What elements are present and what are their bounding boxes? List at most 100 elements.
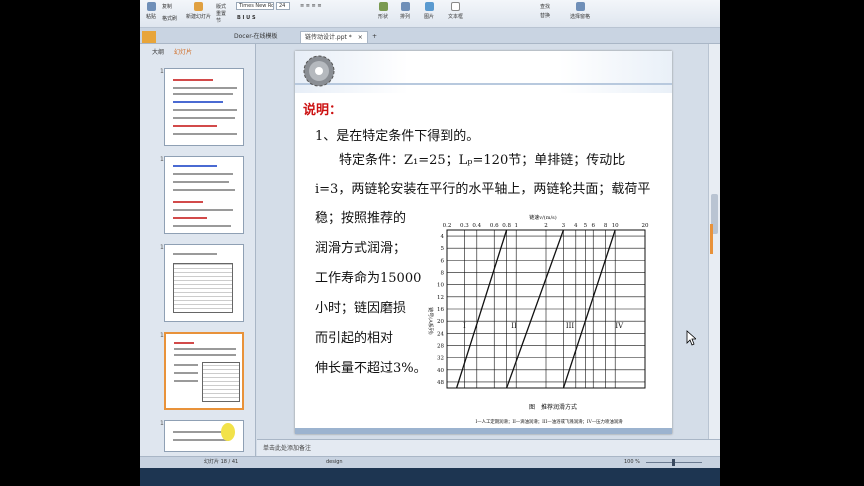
chart-x-tick-label: 0.4 — [472, 223, 481, 229]
slide-thumbnail-selected[interactable] — [164, 332, 244, 410]
slide-line-4: 稳；按照推荐的 — [315, 211, 407, 226]
chart-title: 图 推荐润滑方式 — [529, 403, 577, 411]
chart-x-tick-label: 6 — [591, 223, 595, 229]
reset-button[interactable]: 重置 — [216, 10, 226, 17]
arrange-button[interactable]: 排列 — [400, 2, 410, 20]
wps-presentation-window: 粘贴 复制 格式刷 新建幻灯片 版式 重置 节 Times New Ro 24 … — [140, 0, 720, 486]
chart-x-tick-label: 2 — [544, 223, 548, 229]
slide-indicator: 幻灯片 18 / 41 — [204, 459, 239, 465]
layout-button[interactable]: 版式 — [216, 3, 226, 10]
paste-button[interactable]: 粘贴 — [146, 2, 156, 20]
bold-button[interactable]: B I U S — [237, 15, 256, 21]
copy-button[interactable]: 复制 — [162, 3, 172, 10]
shapes-button[interactable]: 形状 — [378, 2, 388, 20]
chart-caption: I—人工定期润滑；II—滴油润滑；III—油浴或飞溅润滑；IV—压力喷油润滑 — [475, 418, 623, 425]
chart-ylabel: 链号(A系列) — [427, 307, 434, 335]
shapes-icon — [378, 2, 388, 11]
slide-line-9: 伸长量不超过3%。 — [315, 361, 427, 376]
chart-y-tick-label: 12 — [437, 295, 444, 301]
font-name-select[interactable]: Times New Ro — [236, 2, 274, 10]
tab-outline[interactable]: 大纲 — [152, 47, 164, 56]
wps-home-tab[interactable] — [142, 31, 156, 43]
chart-x-tick-label: 20 — [642, 223, 649, 229]
new-tab-button[interactable]: + — [368, 31, 381, 43]
chart-y-tick-label: 28 — [437, 343, 444, 349]
textbox-icon — [451, 2, 460, 11]
chart-x-tick-label: 4 — [574, 223, 578, 229]
chart-y-tick-label: 20 — [437, 319, 444, 325]
chart-y-tick-label: 16 — [437, 307, 444, 313]
chart-y-tick-label: 8 — [441, 271, 445, 277]
slide-thumbnail[interactable] — [164, 68, 244, 146]
select-icon — [575, 2, 585, 11]
notes-pane[interactable]: 单击此处添加备注 — [257, 439, 720, 456]
chart-x-tick-label: 0.3 — [460, 223, 469, 229]
section-button[interactable]: 节 — [216, 17, 221, 24]
chart-xlabel: 链速v/(m/s) — [529, 214, 556, 221]
picture-button[interactable]: 图片 — [424, 2, 434, 20]
textbox-button[interactable]: 文本框 — [448, 2, 463, 20]
lubrication-chart: 链速v/(m/s) 链号(A系列) 0.2 0.3 0.4 0.6 0.8 1 2 3 4 5 6 8… — [427, 214, 649, 425]
slide-line-5: 润滑方式润滑； — [315, 241, 407, 256]
slide-line-1: 1、是在特定条件下得到的。 — [315, 129, 480, 144]
tab-presentation[interactable]: 链传动设计.ppt * × — [300, 31, 368, 43]
slide-line-7: 小时；链因磨损 — [315, 301, 407, 316]
zoom-slider-thumb[interactable] — [672, 459, 675, 466]
mouse-cursor-icon — [686, 330, 696, 346]
scroll-marker — [710, 224, 713, 254]
banner-divider — [295, 83, 672, 85]
notes-placeholder: 单击此处添加备注 — [263, 445, 312, 452]
picture-icon — [424, 2, 434, 11]
chart-region-label: II — [511, 322, 517, 330]
slide-heading: 说明： — [303, 103, 343, 118]
slide-footer-bar — [295, 428, 672, 434]
chart-y-tick-label: 6 — [441, 258, 445, 264]
slide-header-banner — [295, 51, 672, 93]
chart-y-tick-label: 32 — [437, 356, 444, 362]
chart-x-tick-label: 1 — [514, 223, 518, 229]
chart-region-label: I — [463, 322, 466, 330]
tab-docer[interactable]: Docer-在线模板 — [230, 31, 282, 43]
slide-thumbnail[interactable] — [164, 156, 244, 234]
slide-line-8: 而引起的相对 — [315, 331, 394, 346]
align-buttons[interactable]: ≡ ≡ ≡ ≡ — [300, 3, 322, 9]
windows-taskbar — [140, 468, 720, 486]
ribbon-toolbar: 粘贴 复制 格式刷 新建幻灯片 版式 重置 节 Times New Ro 24 … — [140, 0, 720, 28]
new-slide-icon — [194, 2, 203, 11]
slide-canvas[interactable]: 说明： 1、是在特定条件下得到的。 特定条件：Z₁=25；Lₚ=120节；单排链… — [295, 51, 672, 434]
chart-x-tick-label: 0.8 — [502, 223, 511, 229]
close-tab-icon[interactable]: × — [358, 34, 363, 41]
chart-y-tick-label: 4 — [441, 234, 445, 240]
paste-icon — [146, 2, 156, 11]
chart-y-tick-label: 40 — [437, 368, 444, 374]
vertical-scrollbar[interactable] — [708, 44, 720, 439]
chart-x-tick-label: 0.2 — [443, 223, 452, 229]
zoom-level: 100 % — [624, 459, 640, 465]
chart-x-tick-label: 5 — [584, 223, 588, 229]
chart-y-tick-label: 24 — [437, 331, 444, 337]
chart-region-label: III — [566, 322, 575, 330]
tab-slides[interactable]: 幻灯片 — [174, 47, 192, 56]
cursor-highlight — [221, 423, 235, 441]
document-tab-bar: Docer-在线模板 链传动设计.ppt * × + — [140, 28, 720, 44]
format-painter-button[interactable]: 格式刷 — [162, 15, 177, 22]
font-size-select[interactable]: 24 — [276, 2, 290, 10]
slide-thumbnail-pane: 大纲 幻灯片 15 16 17 18 — [140, 44, 256, 456]
new-slide-button[interactable]: 新建幻灯片 — [186, 2, 211, 20]
slide-line-3: i=3，两链轮安装在平行的水平轴上，两链轮共面；载荷平 — [315, 182, 651, 197]
sprocket-image — [303, 55, 335, 87]
replace-button[interactable]: 替换 — [540, 12, 550, 19]
slide-thumbnail[interactable] — [164, 420, 244, 452]
chart-y-tick-label: 10 — [437, 283, 444, 289]
theme-name: design — [326, 459, 343, 465]
slide-line-2: 特定条件：Z₁=25；Lₚ=120节；单排链；传动比 — [339, 153, 626, 168]
find-button[interactable]: 查找 — [540, 3, 550, 10]
chart-y-tick-label: 5 — [441, 246, 445, 252]
chart-y-tick-label: 48 — [437, 380, 444, 386]
arrange-icon — [400, 2, 410, 11]
slide-editor: 说明： 1、是在特定条件下得到的。 特定条件：Z₁=25；Lₚ=120节；单排链… — [257, 44, 708, 439]
slide-thumbnail[interactable] — [164, 244, 244, 322]
select-pane-button[interactable]: 选择窗格 — [570, 2, 590, 20]
chart-region-label: IV — [615, 322, 624, 330]
slide-line-6: 工作寿命为15000 — [315, 271, 422, 286]
